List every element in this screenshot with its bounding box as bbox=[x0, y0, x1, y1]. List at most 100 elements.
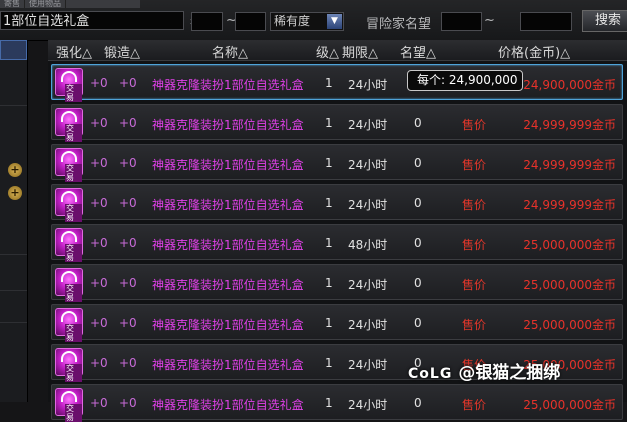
price-value: 24,999,999金币 bbox=[523, 158, 616, 172]
sell-label: 售价 bbox=[462, 158, 487, 172]
item-box-icon[interactable]: 交易 bbox=[55, 308, 83, 342]
item-name: 神器克隆装扮1部位自选礼盒 bbox=[152, 398, 304, 412]
trade-tag: 交易 bbox=[65, 284, 82, 302]
period-value: 24小时 bbox=[348, 278, 388, 292]
sort-enhance[interactable]: 强化△ bbox=[56, 42, 92, 61]
fame-separator: ~ bbox=[484, 13, 495, 28]
enhance-value: +0 bbox=[90, 396, 108, 410]
trade-tag: 交易 bbox=[65, 404, 82, 422]
zoom-in-icon[interactable]: + bbox=[8, 163, 22, 177]
table-row[interactable]: 交易 +0 +0 神器克隆装扮1部位自选礼盒 1 24小时 0 售价 25,000,000金币 bbox=[51, 384, 623, 422]
trade-tag: 交易 bbox=[65, 164, 82, 182]
sort-name[interactable]: 名称△ bbox=[212, 42, 248, 61]
trade-tag: 交易 bbox=[65, 124, 82, 142]
enhance-value: +0 bbox=[90, 276, 108, 290]
sell-label: 售价 bbox=[462, 118, 487, 132]
sort-forge[interactable]: 锻造△ bbox=[104, 42, 140, 61]
forge-value: +0 bbox=[119, 356, 137, 370]
price-value: 25,000,000金币 bbox=[523, 398, 616, 412]
forge-value: +0 bbox=[119, 76, 137, 90]
sidebar-selected-item[interactable] bbox=[0, 40, 27, 60]
fame-max-input[interactable] bbox=[520, 12, 572, 31]
item-box-icon[interactable]: 交易 bbox=[55, 148, 83, 182]
item-name: 神器克隆装扮1部位自选礼盒 bbox=[152, 358, 304, 372]
table-row[interactable]: 交易 +0 +0 神器克隆装扮1部位自选礼盒 1 24小时 0 售价 24,999,999金币 bbox=[51, 184, 623, 222]
outfit-icon bbox=[61, 271, 77, 282]
table-row[interactable]: 交易 +0 +0 神器克隆装扮1部位自选礼盒 1 24小时 0 售价 25,000,000金币 bbox=[51, 264, 623, 302]
fame-value: 0 bbox=[414, 196, 422, 210]
forge-value: +0 bbox=[119, 196, 137, 210]
period-value: 24小时 bbox=[348, 118, 388, 132]
period-value: 24小时 bbox=[348, 78, 388, 92]
sort-price[interactable]: 价格(金币)△ bbox=[498, 42, 570, 61]
outfit-icon bbox=[61, 191, 77, 202]
sort-fame[interactable]: 名望△ bbox=[400, 42, 436, 61]
sell-label: 售价 bbox=[462, 198, 487, 212]
trade-tag: 交易 bbox=[65, 244, 82, 262]
item-box-icon[interactable]: 交易 bbox=[55, 188, 83, 222]
level-min-input[interactable] bbox=[191, 12, 223, 31]
chevron-down-icon[interactable]: ▼ bbox=[327, 14, 342, 29]
item-box-icon[interactable]: 交易 bbox=[55, 348, 83, 382]
sort-period[interactable]: 期限△ bbox=[342, 42, 378, 61]
level-value: 1 bbox=[325, 356, 333, 370]
table-row[interactable]: 交易 +0 +0 神器克隆装扮1部位自选礼盒 1 24小时 0 售价 24,999,999金币 bbox=[51, 104, 623, 142]
price-value: 25,000,000金币 bbox=[523, 318, 616, 332]
forge-value: +0 bbox=[119, 316, 137, 330]
table-row[interactable]: 交易 +0 +0 神器克隆装扮1部位自选礼盒 1 24小时 0 售价 24,999,999金币 bbox=[51, 144, 623, 182]
price-value: 24,999,999金币 bbox=[523, 198, 616, 212]
level-value: 1 bbox=[325, 316, 333, 330]
item-box-icon[interactable]: 交易 bbox=[55, 108, 83, 142]
sidebar-divider bbox=[0, 254, 27, 255]
watermark-brand: CoLG bbox=[408, 366, 453, 382]
level-max-input[interactable] bbox=[235, 12, 266, 31]
adventurer-fame-label: 冒险家名望 bbox=[366, 17, 432, 32]
level-value: 1 bbox=[325, 116, 333, 130]
sell-label: 售价 bbox=[462, 278, 487, 292]
table-row[interactable]: 交易 +0 +0 神器克隆装扮1部位自选礼盒 1 48小时 0 售价 25,000,000金币 bbox=[51, 224, 623, 262]
period-value: 24小时 bbox=[348, 198, 388, 212]
zoom-in-icon[interactable]: + bbox=[8, 186, 22, 200]
item-name: 神器克隆装扮1部位自选礼盒 bbox=[152, 238, 304, 252]
forge-value: +0 bbox=[119, 236, 137, 250]
item-name: 神器克隆装扮1部位自选礼盒 bbox=[152, 158, 304, 172]
table-row[interactable]: 交易 +0 +0 神器克隆装扮1部位自选礼盒 1 24小时 0 售价 25,000,000金币 bbox=[51, 304, 623, 342]
fame-min-input[interactable] bbox=[441, 12, 482, 31]
rarity-select[interactable]: 稀有度 ▼ bbox=[270, 12, 344, 31]
tab-consign[interactable]: 寄售 bbox=[0, 0, 25, 8]
item-name-input[interactable]: 1部位自选礼盒 bbox=[0, 11, 184, 30]
price-value: 25,000,000金币 bbox=[523, 238, 616, 252]
item-box-icon[interactable]: 交易 bbox=[55, 228, 83, 262]
item-box-icon[interactable]: 交易 bbox=[55, 68, 83, 102]
sort-level[interactable]: 级△ bbox=[316, 42, 339, 61]
trade-tag: 交易 bbox=[65, 204, 82, 222]
table-row[interactable]: 交易 +0 +0 神器克隆装扮1部位自选礼盒 1 24小时 24,900,000金币 bbox=[51, 64, 623, 102]
fame-value: 0 bbox=[414, 276, 422, 290]
sell-label: 售价 bbox=[462, 398, 487, 412]
outfit-icon bbox=[61, 351, 77, 362]
item-name: 神器克隆装扮1部位自选礼盒 bbox=[152, 118, 304, 132]
period-value: 24小时 bbox=[348, 318, 388, 332]
item-box-icon[interactable]: 交易 bbox=[55, 268, 83, 302]
sidebar-divider bbox=[0, 105, 27, 106]
sidebar-divider bbox=[0, 290, 27, 291]
level-value: 1 bbox=[325, 236, 333, 250]
results-panel: 强化△ 锻造△ 名称△ 级△ 期限△ 名望△ 价格(金币)△ 交易 +0 +0 神器克… bbox=[48, 40, 627, 422]
search-button[interactable]: 搜索 bbox=[582, 10, 627, 32]
fame-value: 0 bbox=[414, 236, 422, 250]
outfit-icon bbox=[61, 311, 77, 322]
price-value: 24,999,999金币 bbox=[523, 118, 616, 132]
item-box-icon[interactable]: 交易 bbox=[55, 388, 83, 422]
watermark-handle: @银猫之捆绑 bbox=[458, 363, 561, 383]
fame-value: 0 bbox=[414, 156, 422, 170]
enhance-value: +0 bbox=[90, 156, 108, 170]
level-value: 1 bbox=[325, 276, 333, 290]
outfit-icon bbox=[61, 151, 77, 162]
trade-tag: 交易 bbox=[65, 324, 82, 342]
tab-use-item[interactable]: 使用物品 bbox=[25, 0, 66, 8]
forge-value: +0 bbox=[119, 156, 137, 170]
level-value: 1 bbox=[325, 196, 333, 210]
trade-tag: 交易 bbox=[65, 364, 82, 382]
forge-value: +0 bbox=[119, 276, 137, 290]
forge-value: +0 bbox=[119, 116, 137, 130]
